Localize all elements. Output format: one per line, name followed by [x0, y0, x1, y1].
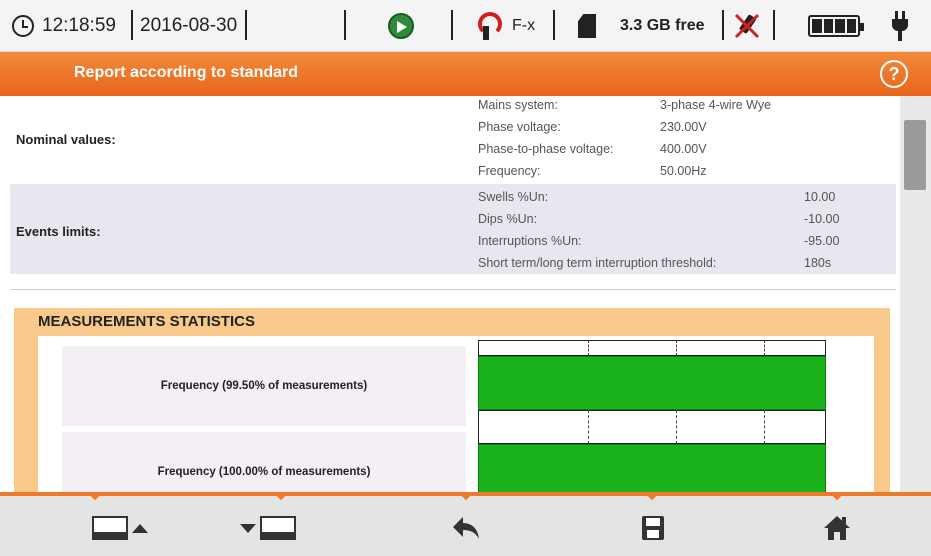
event-key: Short term/long term interruption thresh… [478, 256, 717, 270]
screen-icon [260, 516, 296, 540]
page-header: Report according to standard ? [0, 52, 931, 96]
nominal-value: 230.00V [660, 120, 707, 134]
nominal-key: Frequency: [478, 164, 541, 178]
stat-row-label: Frequency (99.50% of measurements) [62, 346, 466, 426]
no-gps-icon [730, 0, 764, 52]
stat-scale-frame [478, 410, 826, 444]
scroll-up-button[interactable] [80, 510, 160, 546]
status-date: 2016-08-30 [140, 15, 238, 36]
toolbar-notch [832, 491, 842, 501]
scale-tick [764, 410, 765, 444]
measurement-statistics-panel: MEASUREMENTS STATISTICS Frequency (99.50… [14, 308, 890, 492]
event-value: -95.00 [804, 234, 840, 248]
status-separator [344, 10, 346, 40]
scrollbar-thumb[interactable] [904, 120, 926, 190]
page-title: Report according to standard [74, 64, 299, 81]
home-button[interactable] [820, 510, 854, 546]
nominal-key: Mains system: [478, 98, 558, 112]
scale-tick [676, 410, 677, 444]
status-separator [773, 10, 775, 40]
storage-free: 3.3 GB free [620, 17, 705, 34]
status-bar: 12:18:59 2016-08-30 F-x 3.3 GB free [0, 0, 931, 52]
nominal-key: Phase-to-phase voltage: [478, 142, 614, 156]
scroll-down-button[interactable] [228, 510, 308, 546]
event-key: Interruptions %Un: [478, 234, 582, 248]
help-icon[interactable]: ? [880, 60, 908, 88]
status-separator [245, 10, 247, 40]
save-button[interactable] [638, 510, 668, 546]
scale-tick [588, 410, 589, 444]
toolbar-notch [647, 491, 657, 501]
event-key: Swells %Un: [478, 190, 549, 204]
statistics-title: MEASUREMENTS STATISTICS [38, 313, 255, 330]
status-separator [451, 10, 453, 40]
nominal-values-label: Nominal values: [16, 132, 116, 147]
nominal-value: 50.00Hz [660, 164, 707, 178]
section-divider [10, 289, 896, 290]
toolbar-notch [276, 491, 286, 501]
clock-icon [12, 0, 34, 52]
toolbar-notch [461, 491, 471, 501]
battery-icon [808, 0, 864, 52]
arrow-up-icon [132, 523, 148, 533]
sd-card-icon [578, 0, 596, 52]
scale-tick [588, 340, 589, 356]
report-content[interactable]: Nominal values: Mains system: 3-phase 4-… [0, 96, 900, 492]
nominal-key: Phase voltage: [478, 120, 561, 134]
status-separator [722, 10, 724, 40]
stat-row-label: Frequency (100.00% of measurements) [62, 432, 466, 492]
toolbar-notch [90, 491, 100, 501]
event-value: 180s [804, 256, 832, 270]
event-key: Dips %Un: [478, 212, 538, 226]
nominal-value: 400.00V [660, 142, 707, 156]
event-value: 10.00 [804, 190, 836, 204]
stat-bar [478, 356, 826, 410]
arrow-down-icon [240, 523, 256, 533]
clamp-icon [478, 0, 502, 52]
home-icon [824, 516, 850, 540]
events-limits-label: Events limits: [16, 224, 101, 239]
back-arrow-icon [453, 517, 479, 539]
nominal-value: 3-phase 4-wire Wye [660, 98, 772, 112]
back-button[interactable] [446, 510, 486, 546]
record-icon[interactable] [388, 0, 414, 52]
clamp-type: F-x [512, 17, 536, 34]
screen-icon [92, 516, 128, 540]
bottom-toolbar [0, 491, 931, 556]
scale-tick [764, 340, 765, 356]
events-limits-row: Events limits: Swells %Un: 10.00 Dips %U… [10, 184, 896, 274]
stat-bar [478, 444, 826, 492]
status-separator [553, 10, 555, 40]
power-plug-icon [890, 0, 910, 52]
scale-tick [676, 340, 677, 356]
floppy-disk-icon [642, 516, 664, 540]
nominal-values-row: Nominal values: Mains system: 3-phase 4-… [10, 96, 896, 184]
event-value: -10.00 [804, 212, 840, 226]
status-time: 12:18:59 [42, 15, 116, 36]
stat-scale-frame [478, 340, 826, 356]
status-separator [131, 10, 133, 40]
